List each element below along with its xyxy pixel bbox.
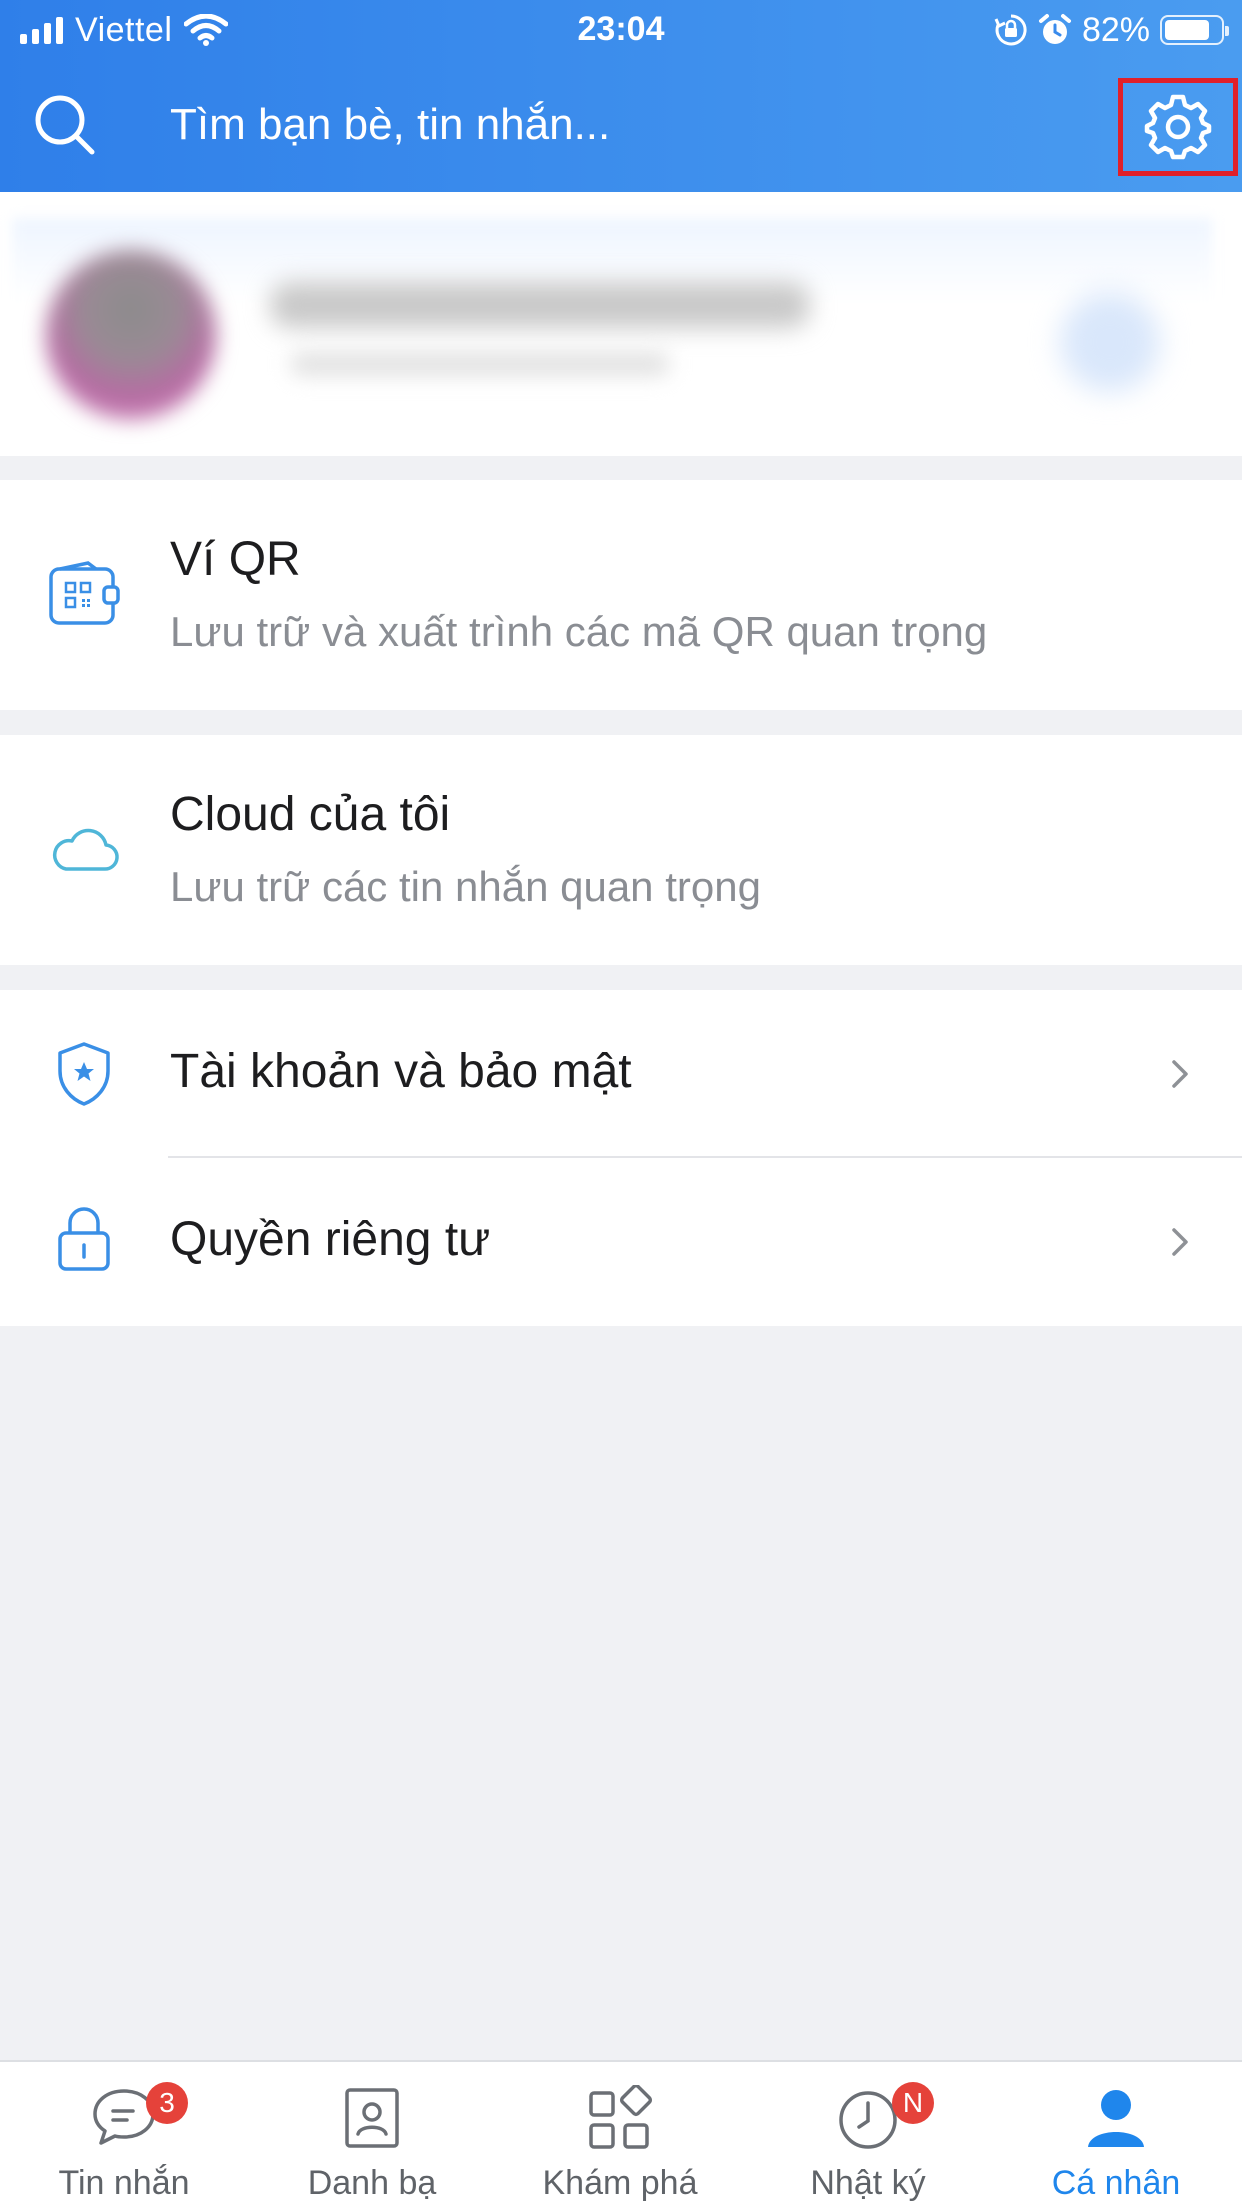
new-badge: N [892, 2082, 934, 2124]
tab-bar: 3 Tin nhắn Danh bạ Khám phá N Nhật ký Cá… [0, 2060, 1242, 2208]
qr-wallet-title: Ví QR [170, 533, 301, 586]
menu-item-qr-wallet[interactable]: Ví QR Lưu trữ và xuất trình các mã QR qu… [0, 480, 1242, 710]
tab-label: Khám phá [542, 2164, 698, 2202]
status-right: 82% [994, 10, 1229, 50]
discover-icon [496, 2082, 744, 2154]
tab-label: Cá nhân [1051, 2164, 1181, 2202]
lock-icon [48, 1202, 120, 1274]
chevron-right-icon [1172, 1228, 1188, 1256]
avatar[interactable] [46, 250, 216, 420]
menu-item-privacy[interactable]: Quyền riêng tư [0, 1158, 1242, 1326]
tab-profile[interactable]: Cá nhân [992, 2062, 1240, 2208]
qr-wallet-subtitle: Lưu trữ và xuất trình các mã QR quan trọ… [170, 608, 988, 655]
tab-timeline[interactable]: N Nhật ký [744, 2062, 992, 2208]
battery-level [1165, 20, 1210, 40]
menu-item-account-security[interactable]: Tài khoản và bảo mật [0, 990, 1242, 1158]
privacy-title: Quyền riêng tư [170, 1213, 491, 1266]
status-bar: Viettel 23:04 82% [0, 0, 1242, 62]
cloud-title: Cloud của tôi [170, 788, 451, 841]
settings-button[interactable] [1118, 78, 1238, 176]
profile-name-blurred [270, 282, 810, 328]
battery-percent: 82% [1081, 10, 1150, 49]
tab-discover[interactable]: Khám phá [496, 2062, 744, 2208]
qr-wallet-icon [48, 558, 120, 630]
search-input[interactable]: Tìm bạn bè, tin nhắn... [170, 100, 610, 150]
cloud-icon [48, 813, 120, 885]
alarm-icon [1038, 14, 1071, 44]
clock-icon [744, 2082, 992, 2154]
rotation-lock-icon [994, 14, 1027, 46]
gear-icon[interactable] [1143, 92, 1213, 162]
search-icon[interactable] [32, 92, 98, 158]
chevron-right-icon [1172, 1060, 1188, 1088]
tab-label: Tin nhắn [58, 2164, 190, 2202]
tab-label: Danh bạ [307, 2164, 437, 2202]
profile-subtitle-blurred [290, 352, 670, 376]
battery-icon [1160, 15, 1229, 45]
tab-messages[interactable]: 3 Tin nhắn [0, 2062, 248, 2208]
contacts-icon [248, 2082, 496, 2154]
settings-group: Tài khoản và bảo mật Quyền riêng tư [0, 990, 1242, 1326]
search-bar[interactable]: Tìm bạn bè, tin nhắn... [0, 62, 1242, 192]
account-security-title: Tài khoản và bảo mật [170, 1045, 632, 1098]
person-icon [992, 2082, 1240, 2154]
profile-card[interactable] [0, 192, 1242, 456]
chat-icon [0, 2082, 248, 2154]
menu-item-cloud[interactable]: Cloud của tôi Lưu trữ các tin nhắn quan … [0, 735, 1242, 965]
tab-contacts[interactable]: Danh bạ [248, 2062, 496, 2208]
tab-label: Nhật ký [810, 2164, 926, 2202]
app-header: Viettel 23:04 82% Tìm bạn bè, tin nhắn..… [0, 0, 1242, 192]
cloud-subtitle: Lưu trữ các tin nhắn quan trọng [170, 863, 761, 910]
shield-icon [48, 1038, 120, 1110]
profile-action-blurred[interactable] [1060, 292, 1160, 392]
unread-badge: 3 [146, 2082, 188, 2124]
